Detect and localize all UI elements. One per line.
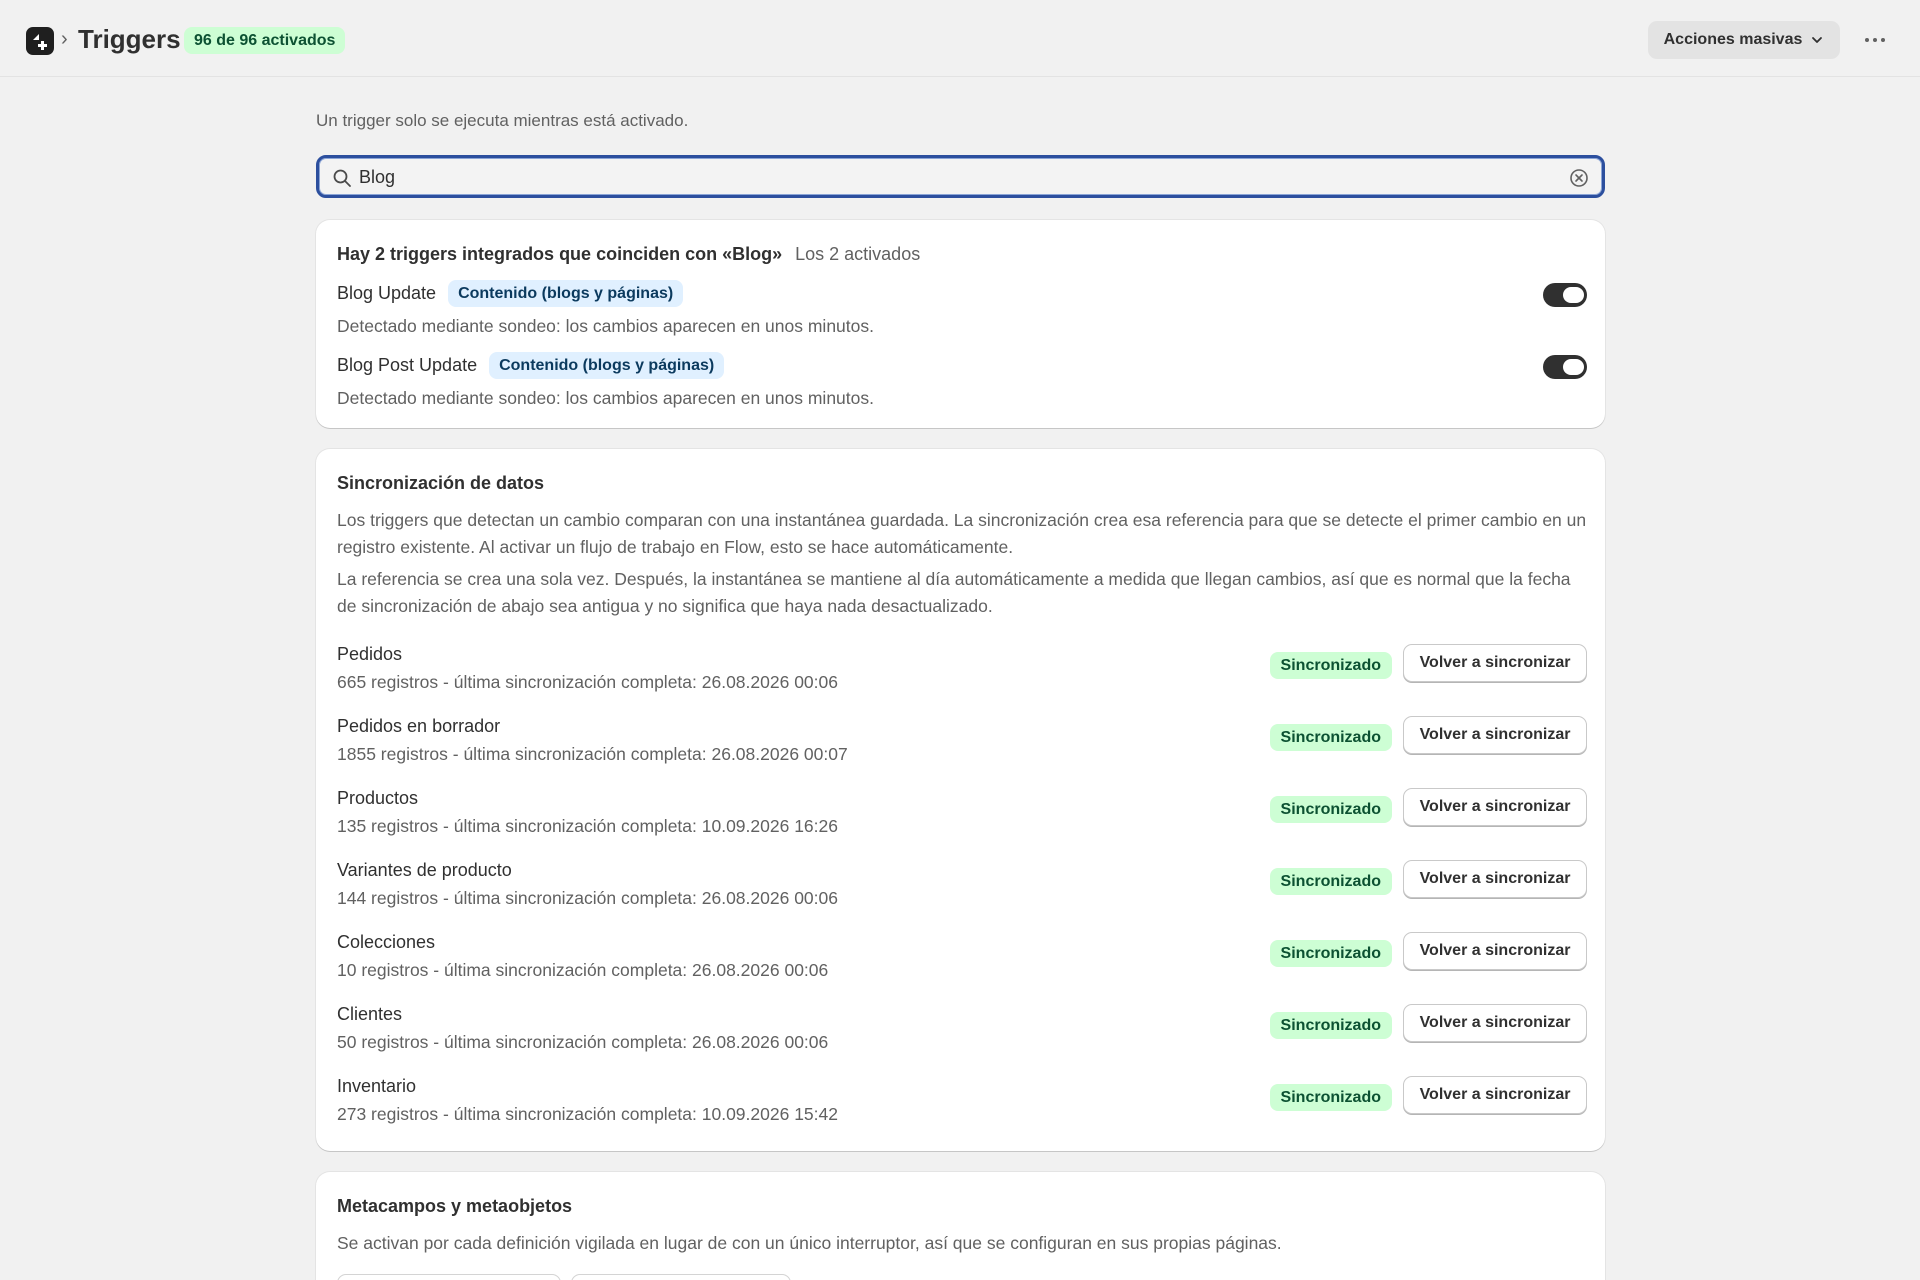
synced-status-badge: Sincronizado: [1269, 1012, 1392, 1039]
sync-row: Pedidos 665 registros - última sincroniz…: [337, 644, 1587, 704]
activated-count-badge: 96 de 96 activados: [184, 27, 346, 54]
trigger-name: Blog Update: [337, 283, 437, 303]
metafields-link-button[interactable]: [337, 1274, 561, 1280]
sync-row: Productos 135 registros - última sincron…: [337, 788, 1587, 848]
trigger-description: Detectado mediante sondeo: los cambios a…: [337, 388, 874, 408]
bulk-actions-button[interactable]: Acciones masivas: [1648, 21, 1840, 59]
breadcrumb-chevron-icon: ›: [61, 28, 68, 50]
sync-resource-name: Pedidos en borrador: [337, 716, 501, 736]
sync-resource-meta: 50 registros - última sincronización com…: [337, 1032, 829, 1052]
sync-resource-meta: 273 registros - última sincronización co…: [337, 1104, 838, 1124]
trigger-description: Detectado mediante sondeo: los cambios a…: [337, 316, 874, 336]
sync-paragraph-2: La referencia se crea una sola vez. Desp…: [337, 569, 1571, 616]
synced-status-badge: Sincronizado: [1269, 652, 1392, 679]
synced-status-badge: Sincronizado: [1269, 940, 1392, 967]
builtin-heading-text: Hay 2 triggers integrados que coinciden …: [337, 244, 783, 264]
resync-button[interactable]: Volver a sincronizar: [1403, 788, 1587, 826]
category-tag: Contenido (blogs y páginas): [448, 280, 684, 307]
metafields-description: Se activan por cada definición vigilada …: [337, 1233, 1282, 1253]
sync-resource-name: Productos: [337, 788, 419, 808]
synced-status-badge: Sincronizado: [1269, 868, 1392, 895]
sync-title: Sincronización de datos: [337, 473, 545, 493]
trigger-toggle[interactable]: [1543, 355, 1587, 379]
category-tag: Contenido (blogs y páginas): [489, 352, 725, 379]
sync-resource-meta: 1855 registros - última sincronización c…: [337, 744, 848, 764]
sync-resource-name: Inventario: [337, 1076, 417, 1096]
resync-button[interactable]: Volver a sincronizar: [1403, 932, 1587, 970]
sync-paragraph-1: Los triggers que detectan un cambio comp…: [337, 510, 1587, 557]
page-title: Triggers: [78, 24, 181, 54]
sync-row: Pedidos en borrador 1855 registros - últ…: [337, 716, 1587, 776]
toggle-knob: [1563, 287, 1584, 303]
synced-status-badge: Sincronizado: [1269, 724, 1392, 751]
resync-button[interactable]: Volver a sincronizar: [1403, 860, 1587, 898]
sync-row: Clientes 50 registros - última sincroniz…: [337, 1004, 1587, 1064]
search-input[interactable]: [359, 163, 1539, 191]
synced-status-badge: Sincronizado: [1269, 796, 1392, 823]
metafields-card: Metacampos y metaobjetos Se activan por …: [316, 1172, 1605, 1280]
toggle-knob: [1563, 359, 1584, 375]
builtin-heading: Hay 2 triggers integrados que coinciden …: [337, 244, 920, 265]
clear-search-icon[interactable]: [1569, 168, 1589, 188]
sync-resource-name: Pedidos: [337, 644, 403, 664]
sync-row: Colecciones 10 registros - última sincro…: [337, 932, 1587, 992]
ellipsis-icon: [1865, 38, 1885, 42]
metaobjects-link-button[interactable]: [571, 1274, 791, 1280]
sync-resource-meta: 144 registros - última sincronización co…: [337, 888, 838, 908]
metafields-title: Metacampos y metaobjetos: [337, 1196, 573, 1216]
app-logo-icon[interactable]: [26, 27, 54, 55]
trigger-item: Blog Post Update Contenido (blogs y pági…: [337, 352, 1587, 409]
sync-resource-name: Colecciones: [337, 932, 436, 952]
bulk-actions-label: Acciones masivas: [1663, 31, 1803, 48]
search-icon: [333, 169, 351, 187]
top-bar: › Triggers 96 de 96 activados Acciones m…: [0, 0, 1920, 77]
sync-row: Variantes de producto 144 registros - úl…: [337, 860, 1587, 920]
builtin-triggers-card: Hay 2 triggers integrados que coinciden …: [316, 220, 1605, 428]
trigger-name: Blog Post Update: [337, 355, 478, 375]
sync-resource-name: Variantes de producto: [337, 860, 512, 880]
resync-button[interactable]: Volver a sincronizar: [1403, 644, 1587, 682]
data-sync-card: Sincronización de datos Los triggers que…: [316, 449, 1605, 1151]
helper-text: Un trigger solo se ejecuta mientras está…: [316, 111, 689, 130]
trigger-item: Blog Update Contenido (blogs y páginas) …: [337, 280, 1587, 337]
sync-resource-meta: 665 registros - última sincronización co…: [337, 672, 838, 692]
resync-button[interactable]: Volver a sincronizar: [1403, 1076, 1587, 1114]
more-actions-button[interactable]: [1858, 24, 1892, 56]
resync-button[interactable]: Volver a sincronizar: [1403, 1004, 1587, 1042]
sync-resource-meta: 135 registros - última sincronización co…: [337, 816, 838, 836]
search-box[interactable]: [316, 155, 1605, 198]
builtin-subheading: Los 2 activados: [795, 244, 921, 264]
resync-button[interactable]: Volver a sincronizar: [1403, 716, 1587, 754]
trigger-toggle[interactable]: [1543, 283, 1587, 307]
sync-row: Inventario 273 registros - última sincro…: [337, 1076, 1587, 1136]
sync-resource-name: Clientes: [337, 1004, 403, 1024]
chevron-down-icon: [1812, 37, 1823, 43]
synced-status-badge: Sincronizado: [1269, 1084, 1392, 1111]
sync-resource-meta: 10 registros - última sincronización com…: [337, 960, 829, 980]
